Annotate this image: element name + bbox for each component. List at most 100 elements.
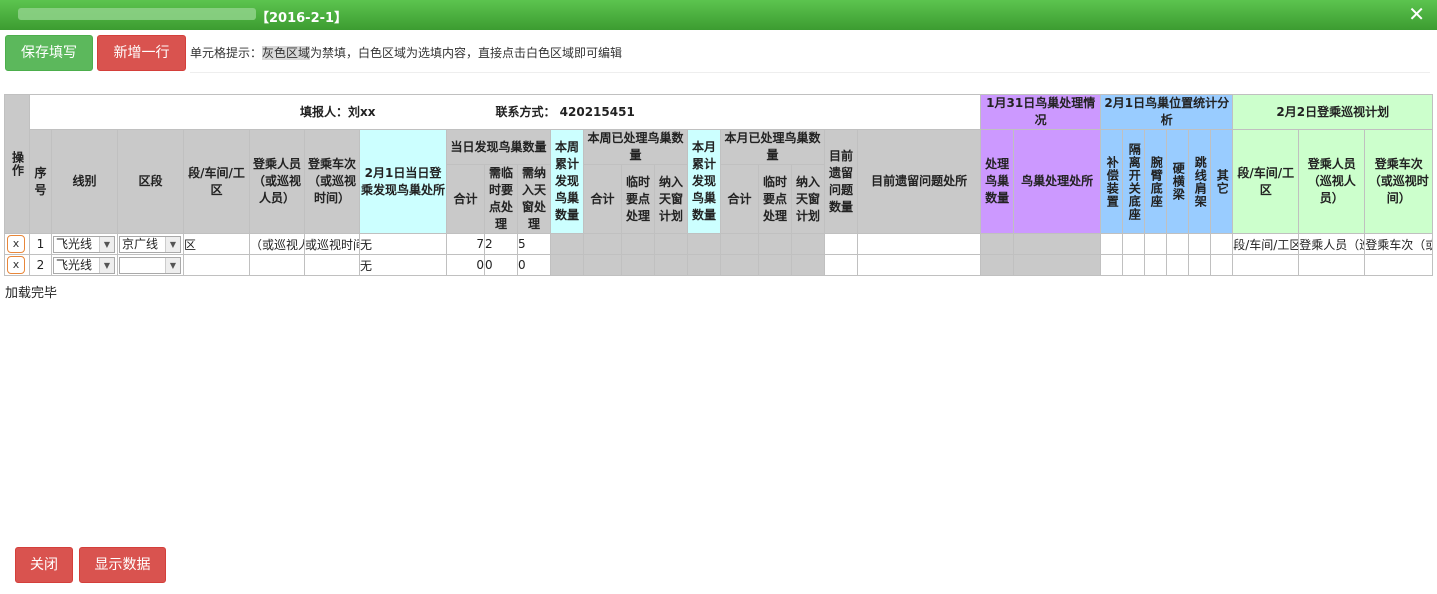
delete-row-button[interactable]: x bbox=[7, 235, 25, 253]
section-select-value: 京广线 bbox=[122, 236, 159, 251]
cell-disabled bbox=[720, 233, 759, 255]
section-select[interactable]: 京广线 ▼ bbox=[119, 235, 181, 253]
cell-workshop[interactable] bbox=[183, 254, 250, 276]
header-section: 区段 bbox=[117, 129, 184, 234]
report-table: 操作 填报人：刘xx 联系方式： 420215451 1月31日鸟巢处理情况 2月… bbox=[4, 94, 1434, 276]
cell-feb2-train[interactable]: 登乘车次（或 bbox=[1364, 233, 1434, 255]
reporter-info: 填报人：刘xx 联系方式： 420215451 bbox=[28, 94, 982, 130]
cell-feb2-person[interactable]: 登乘人员（巡 bbox=[1298, 233, 1366, 255]
reporter: 填报人：刘xx bbox=[300, 104, 376, 119]
header-day-window: 需纳入天窗处理 bbox=[517, 164, 551, 234]
save-button[interactable]: 保存填写 bbox=[5, 35, 93, 71]
header-week-p-temp: 临时要点处理 bbox=[621, 164, 655, 234]
header-feb1-e: 跳线肩架 bbox=[1188, 129, 1212, 234]
section-select[interactable]: ▼ bbox=[119, 256, 181, 274]
header-remain-place: 目前遗留问题处所 bbox=[856, 129, 982, 234]
cell-feb1-a[interactable] bbox=[1100, 254, 1124, 276]
cell-day-window[interactable]: 0 bbox=[517, 254, 551, 276]
cell-remain-count[interactable] bbox=[824, 233, 858, 255]
cell-feb2-workshop[interactable] bbox=[1232, 254, 1300, 276]
header-month-p-total: 合计 bbox=[720, 164, 759, 234]
cell-day-temp[interactable]: 0 bbox=[484, 254, 518, 276]
header-feb1-d: 硬横梁 bbox=[1166, 129, 1190, 234]
window-title-date: 【2016-2-1】 bbox=[256, 11, 348, 26]
cell-found-place[interactable]: 无 bbox=[359, 254, 447, 276]
delete-row-cell: x bbox=[4, 233, 30, 255]
header-week-total-found: 本周累计发现鸟巢数量 bbox=[550, 129, 584, 234]
cell-remain-place[interactable] bbox=[856, 233, 982, 255]
cell-hint: 单元格提示：灰色区域为禁填，白色区域为选填内容，直接点击白色区域即可编辑 bbox=[190, 44, 622, 61]
cell-found-place[interactable]: 无 bbox=[359, 233, 447, 255]
cell-disabled bbox=[583, 233, 622, 255]
cell-feb1-a[interactable] bbox=[1100, 233, 1124, 255]
line-select[interactable]: 飞光线 ▼ bbox=[53, 256, 115, 274]
header-day-temp: 需临时要点处理 bbox=[484, 164, 518, 234]
table-row: x 1 飞光线 ▼ 京广线 ▼ 区 （或巡视人 或巡视时间 无 7 2 5 段/… bbox=[4, 233, 1434, 255]
show-data-button[interactable]: 显示数据 bbox=[79, 547, 166, 583]
hint-prefix: 单元格提示： bbox=[190, 46, 263, 60]
header-week-p-window: 纳入天窗计划 bbox=[654, 164, 688, 234]
cell-feb1-e[interactable] bbox=[1188, 254, 1212, 276]
cell-day-temp[interactable]: 2 bbox=[484, 233, 518, 255]
cell-day-total[interactable]: 0 bbox=[446, 254, 485, 276]
cell-section: ▼ bbox=[117, 254, 184, 276]
header-op: 操作 bbox=[4, 94, 30, 234]
cell-day-total[interactable]: 7 bbox=[446, 233, 485, 255]
cell-feb2-train[interactable] bbox=[1364, 254, 1434, 276]
header-feb1-f: 其它 bbox=[1210, 129, 1234, 234]
cell-disabled bbox=[1013, 254, 1102, 276]
hint-rest: 为禁填，白色区域为选填内容，直接点击白色区域即可编辑 bbox=[310, 46, 623, 60]
cell-feb1-f[interactable] bbox=[1210, 254, 1234, 276]
cell-feb1-c[interactable] bbox=[1144, 254, 1168, 276]
line-select-value: 飞光线 bbox=[56, 257, 93, 272]
header-jan31-count: 处理鸟巢数量 bbox=[980, 129, 1015, 234]
header-train: 登乘车次（或巡视时间） bbox=[304, 129, 360, 234]
add-row-button[interactable]: 新增一行 bbox=[97, 35, 186, 71]
delete-row-button[interactable]: x bbox=[7, 256, 25, 274]
cell-seq: 2 bbox=[29, 254, 52, 276]
line-select[interactable]: 飞光线 ▼ bbox=[53, 235, 115, 253]
toolbar: 保存填写 新增一行 单元格提示：灰色区域为禁填，白色区域为选填内容，直接点击白色… bbox=[0, 30, 1437, 74]
header-seq: 序号 bbox=[29, 129, 52, 234]
chevron-down-icon: ▼ bbox=[165, 236, 180, 252]
cell-person[interactable]: （或巡视人 bbox=[249, 233, 305, 255]
cell-day-window[interactable]: 5 bbox=[517, 233, 551, 255]
hint-gray: 灰色区域 bbox=[262, 46, 311, 60]
header-day-total: 合计 bbox=[446, 164, 485, 234]
cell-disabled bbox=[621, 254, 655, 276]
line-select-value: 飞光线 bbox=[56, 236, 93, 251]
cell-train[interactable]: 或巡视时间 bbox=[304, 233, 360, 255]
cell-feb1-b[interactable] bbox=[1122, 254, 1146, 276]
cell-feb1-c[interactable] bbox=[1144, 233, 1168, 255]
cell-feb2-workshop[interactable]: 段/车间/工区 bbox=[1232, 233, 1300, 255]
load-status: 加载完毕 bbox=[5, 286, 58, 301]
cell-remain-place[interactable] bbox=[856, 254, 982, 276]
cell-feb2-person[interactable] bbox=[1298, 254, 1366, 276]
cell-feb1-d[interactable] bbox=[1166, 254, 1190, 276]
cell-line: 飞光线 ▼ bbox=[51, 254, 118, 276]
close-icon[interactable]: ✕ bbox=[1408, 3, 1425, 25]
cell-feb1-d[interactable] bbox=[1166, 233, 1190, 255]
header-feb2-person: 登乘人员（巡视人员） bbox=[1298, 129, 1366, 234]
blurred-title-text bbox=[18, 8, 256, 20]
close-button[interactable]: 关闭 bbox=[15, 547, 73, 583]
header-day-found: 当日发现鸟巢数量 bbox=[446, 129, 551, 165]
delete-row-cell: x bbox=[4, 254, 30, 276]
cell-remain-count[interactable] bbox=[824, 254, 858, 276]
cell-disabled bbox=[687, 254, 721, 276]
cell-train[interactable] bbox=[304, 254, 360, 276]
cell-disabled bbox=[621, 233, 655, 255]
cell-disabled bbox=[550, 233, 584, 255]
cell-disabled bbox=[550, 254, 584, 276]
chevron-down-icon: ▼ bbox=[165, 257, 180, 273]
cell-person[interactable] bbox=[249, 254, 305, 276]
cell-workshop[interactable]: 区 bbox=[183, 233, 250, 255]
cell-disabled bbox=[791, 254, 825, 276]
cell-feb1-f[interactable] bbox=[1210, 233, 1234, 255]
header-found-place: 2月1日当日登乘发现鸟巢处所 bbox=[359, 129, 447, 234]
cell-disabled bbox=[758, 254, 792, 276]
cell-disabled bbox=[583, 254, 622, 276]
cell-feb1-e[interactable] bbox=[1188, 233, 1212, 255]
cell-feb1-b[interactable] bbox=[1122, 233, 1146, 255]
cell-disabled bbox=[687, 233, 721, 255]
